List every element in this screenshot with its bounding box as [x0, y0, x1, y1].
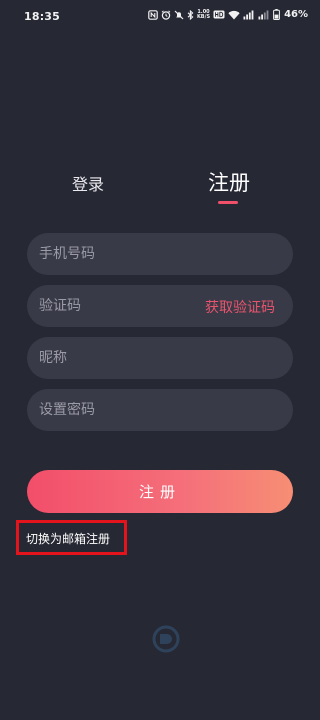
register-button[interactable]: 注册: [27, 470, 293, 513]
switch-to-email-link[interactable]: 切换为邮箱注册: [26, 530, 110, 547]
status-bar: 18:35 1.00 KB/S 46%: [0, 0, 320, 34]
battery-percent: 46%: [284, 9, 308, 20]
battery-icon: [273, 9, 280, 20]
bluetooth-icon: [187, 9, 194, 20]
network-speed: 1.00 KB/S: [196, 9, 211, 20]
phone-field[interactable]: [27, 233, 293, 275]
watermark-logo-icon: [152, 625, 180, 653]
alarm-icon: [161, 10, 171, 20]
tab-login[interactable]: 登录: [72, 171, 104, 195]
hd-icon: [213, 10, 225, 19]
nickname-input[interactable]: [39, 350, 293, 366]
network-speed-unit: KB/S: [196, 13, 211, 20]
signal-icon: [243, 10, 254, 19]
wifi-icon: [228, 10, 240, 19]
nickname-field[interactable]: [27, 337, 293, 379]
password-field[interactable]: [27, 389, 293, 431]
status-time: 18:35: [24, 10, 61, 23]
get-code-button[interactable]: 获取验证码: [205, 297, 275, 317]
active-tab-indicator: [218, 201, 238, 204]
status-icons: 1.00 KB/S 46%: [148, 9, 308, 20]
signal-icon-secondary: [258, 10, 269, 19]
verification-code-field[interactable]: 获取验证码: [27, 285, 293, 327]
nfc-icon: [148, 9, 158, 20]
mute-icon: [174, 10, 184, 19]
tab-register[interactable]: 注册: [208, 167, 250, 197]
password-input[interactable]: [39, 402, 293, 418]
phone-input[interactable]: [39, 246, 293, 262]
